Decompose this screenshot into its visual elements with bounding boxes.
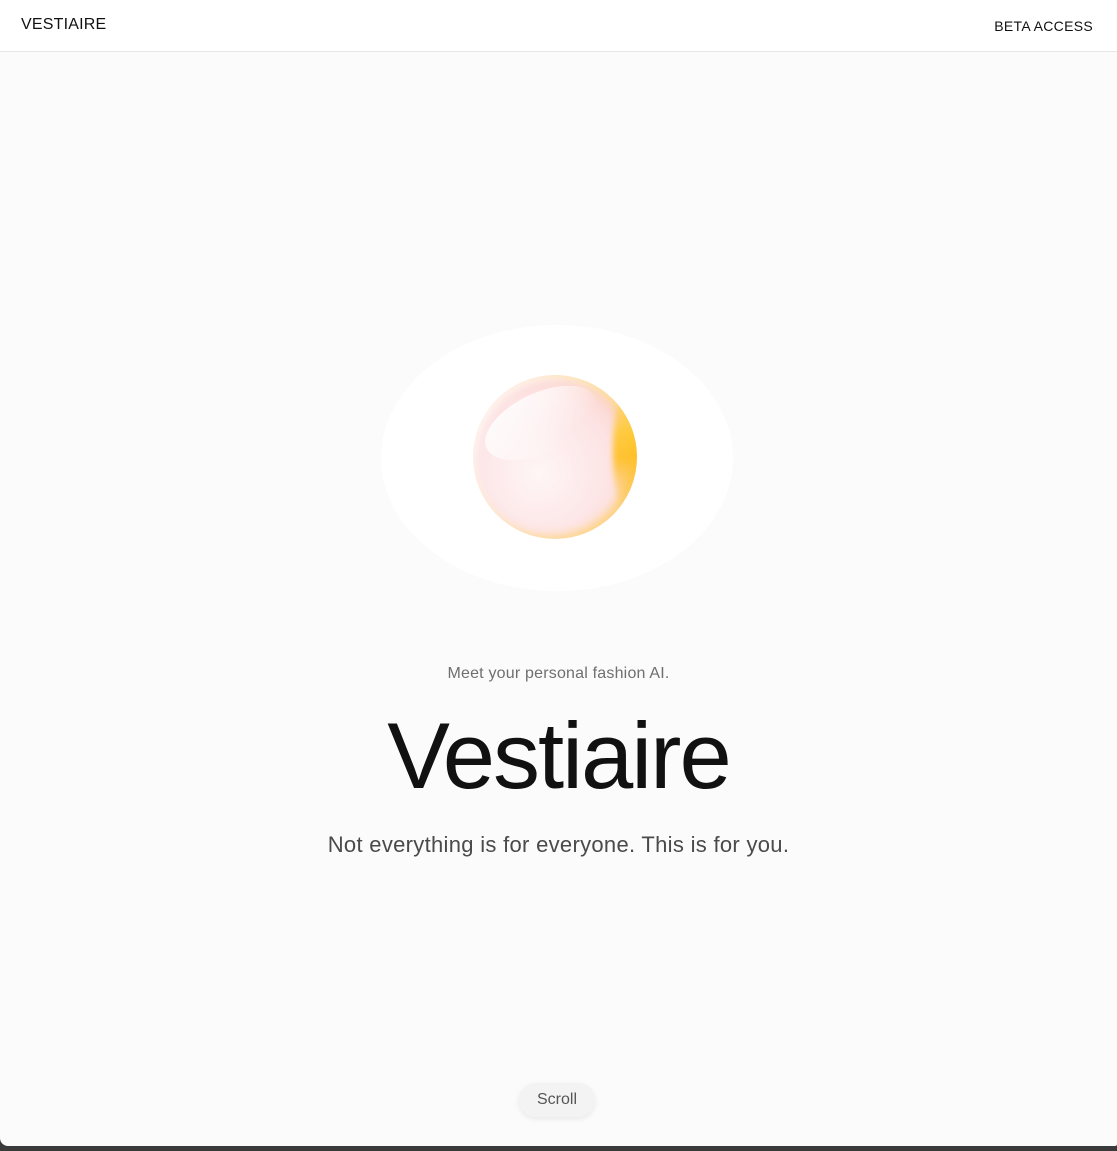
page-viewport: VESTIAIRE BETA ACCESS Meet your personal… xyxy=(0,0,1117,1146)
hero-title: Vestiaire xyxy=(387,703,732,808)
hero-subtitle: Not everything is for everyone. This is … xyxy=(327,832,790,857)
gradient-orb-graphic xyxy=(473,375,637,539)
scroll-button[interactable]: Scroll xyxy=(519,1083,595,1117)
brand-logo-link[interactable]: VESTIAIRE xyxy=(21,16,106,34)
hero-tagline: Meet your personal fashion AI. xyxy=(447,665,670,682)
beta-access-link[interactable]: BETA ACCESS xyxy=(994,18,1093,34)
top-navigation-bar: VESTIAIRE BETA ACCESS xyxy=(0,0,1117,52)
